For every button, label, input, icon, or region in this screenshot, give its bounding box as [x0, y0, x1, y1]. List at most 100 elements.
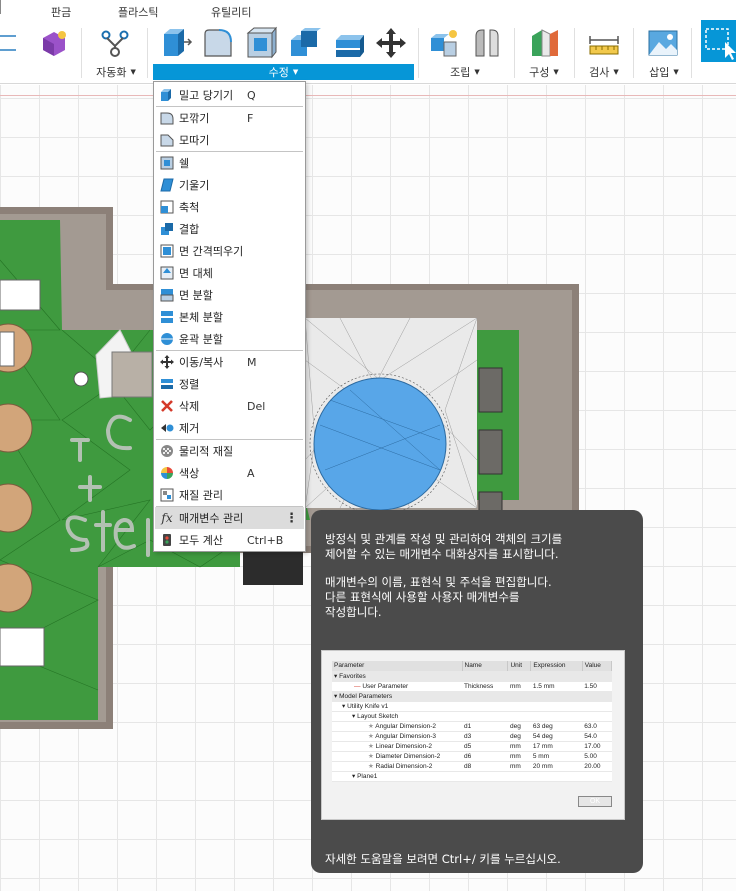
menu-item-manage-materials[interactable]: 재질 관리	[155, 484, 304, 506]
more-options-icon[interactable]: ⋮	[285, 511, 298, 526]
inspect-group-label[interactable]: 검사 ▼	[580, 64, 628, 80]
menu-item-shell[interactable]: 쉘	[155, 152, 304, 174]
param-name: Diameter Dimension-2	[375, 753, 441, 760]
param-unit: mm	[507, 761, 531, 772]
configure-label: 구성	[529, 66, 550, 79]
param-short-name: d6	[462, 751, 508, 762]
delete-icon	[159, 398, 175, 414]
split-face-icon	[159, 287, 175, 303]
configure-icon[interactable]	[527, 25, 563, 61]
menu-item-combine[interactable]: 결합	[155, 218, 304, 240]
menu-item-draft[interactable]: 기울기	[155, 174, 304, 196]
param-name: Angular Dimension-2	[375, 723, 436, 730]
new-component-icon[interactable]	[427, 25, 463, 61]
menu-item-shortcut: Q	[247, 88, 256, 102]
menu-item-replace-face[interactable]: 면 대체	[155, 262, 304, 284]
menu-item-fillet[interactable]: 모깎기 F	[155, 107, 304, 129]
table-row: ★ Angular Dimension-2 d1 deg 63 deg 63.0	[332, 721, 612, 732]
automate-group-label[interactable]: 자동화 ▼	[90, 64, 142, 80]
table-row: ★ Diameter Dimension-2 d6 mm 5 mm 5.00	[332, 751, 612, 762]
param-value: 1.50	[582, 681, 612, 692]
parameters-dialog-preview: Parameter Name Unit Expression Value ▾ F…	[321, 650, 625, 820]
table-row: ▾ Utility Knife v1	[332, 701, 612, 712]
caret-down-icon: ▼	[292, 68, 299, 76]
menu-item-compute-all[interactable]: 모두 계산 Ctrl+B	[155, 529, 304, 551]
menu-item-label: 매개변수 관리	[179, 512, 244, 525]
tooltip-description-line: 매개변수의 이름, 표현식 및 주석을 편집합니다.	[325, 575, 552, 589]
fillet-tool-icon[interactable]	[200, 25, 236, 61]
param-unit: mm	[507, 741, 531, 752]
configure-group-label[interactable]: 구성 ▼	[522, 64, 566, 80]
menu-item-label: 모깎기	[179, 112, 210, 125]
modify-group-label[interactable]: 수정 ▼	[153, 64, 414, 80]
menu-item-chamfer[interactable]: 모따기	[155, 129, 304, 151]
combine-icon	[159, 221, 175, 237]
menu-item-label: 면 대체	[179, 267, 213, 280]
menu-item-shortcut: F	[247, 111, 254, 125]
param-short-name: d5	[462, 741, 508, 752]
assemble-group-label[interactable]: 조립 ▼	[439, 64, 491, 80]
create-form-icon[interactable]	[36, 25, 72, 61]
automate-icon[interactable]	[97, 25, 133, 61]
tab-utilities[interactable]: 유틸리티	[211, 4, 251, 20]
shell-tool-icon[interactable]	[243, 25, 279, 61]
menu-item-split-face[interactable]: 면 분할	[155, 284, 304, 306]
combine-tool-icon[interactable]	[287, 25, 323, 61]
model-parameters-label: Model Parameters	[339, 693, 393, 700]
tab-sheet-metal[interactable]: 판금	[51, 4, 71, 20]
menu-item-label: 밀고 당기기	[179, 89, 234, 102]
automate-label: 자동화	[96, 66, 127, 79]
menu-item-move-copy[interactable]: 이동/복사 M	[155, 351, 304, 373]
measure-icon[interactable]	[586, 25, 622, 61]
menu-item-change-parameters[interactable]: fx 매개변수 관리 ⋮	[155, 507, 304, 529]
menu-item-physical-material[interactable]: 물리적 재질	[155, 440, 304, 462]
select-tool-button[interactable]	[701, 20, 736, 62]
insert-label: 삽입	[649, 66, 670, 79]
insert-group-label[interactable]: 삽입 ▼	[641, 64, 687, 80]
menu-item-label: 본체 분할	[179, 311, 223, 324]
align-tool-icon[interactable]	[331, 25, 367, 61]
move-icon	[159, 354, 175, 370]
press-pull-icon	[159, 87, 175, 103]
joint-icon[interactable]	[469, 25, 505, 61]
param-value: 5.00	[582, 751, 612, 762]
draft-icon	[159, 177, 175, 193]
caret-down-icon: ▼	[613, 68, 619, 76]
caret-down-icon: ▼	[673, 68, 679, 76]
physical-material-icon	[159, 443, 175, 459]
param-unit: mm	[507, 751, 531, 762]
menu-item-silhouette-split[interactable]: 윤곽 분할	[155, 328, 304, 350]
menu-item-press-pull[interactable]: 밀고 당기기 Q	[155, 84, 304, 106]
insert-image-icon[interactable]	[645, 25, 681, 61]
sketch-label: Layout Sketch	[357, 713, 399, 720]
menu-item-label: 결합	[179, 223, 200, 236]
param-value: 54.0	[582, 731, 612, 742]
press-pull-tool-icon[interactable]	[158, 25, 194, 61]
scale-icon	[159, 199, 175, 215]
parameters-table: Parameter Name Unit Expression Value ▾ F…	[332, 661, 613, 782]
param-expression: 20 mm	[530, 761, 583, 772]
menu-item-align[interactable]: 정렬	[155, 373, 304, 395]
tab-plastic[interactable]: 플라스틱	[118, 4, 158, 20]
param-short-name: d3	[462, 731, 508, 742]
compute-all-icon	[159, 532, 175, 548]
menu-item-offset-face[interactable]: 면 간격띄우기	[155, 240, 304, 262]
column-header: Expression	[530, 661, 583, 672]
ribbon-toolbar: 판금 플라스틱 유틸리티 자동화 ▼ 수정 ▼ 조립 ▼ 구성 ▼ 검사 ▼ 삽…	[0, 0, 736, 84]
separator	[81, 28, 82, 78]
shell-icon	[159, 155, 175, 171]
tooltip-help-hint: 자세한 도움말을 보려면 Ctrl+/ 키를 누르십시오.	[325, 852, 561, 866]
move-tool-icon[interactable]	[373, 25, 409, 61]
menu-item-delete[interactable]: 삭제 Del	[155, 395, 304, 417]
separator	[514, 28, 515, 78]
menu-item-remove[interactable]: 제거	[155, 417, 304, 439]
menu-item-label: 모두 계산	[179, 534, 223, 547]
sketch-tool-icon[interactable]	[0, 25, 26, 61]
appearance-icon	[159, 465, 175, 481]
menu-item-split-body[interactable]: 본체 분할	[155, 306, 304, 328]
menu-item-appearance[interactable]: 색상 A	[155, 462, 304, 484]
modify-dropdown-menu: 밀고 당기기 Q 모깎기 F 모따기 쉘 기울기 축척 결합 면 간격띄우기 면…	[153, 81, 306, 552]
param-unit: deg	[507, 731, 531, 742]
menu-item-scale[interactable]: 축척	[155, 196, 304, 218]
menu-item-label: 기울기	[179, 179, 210, 192]
